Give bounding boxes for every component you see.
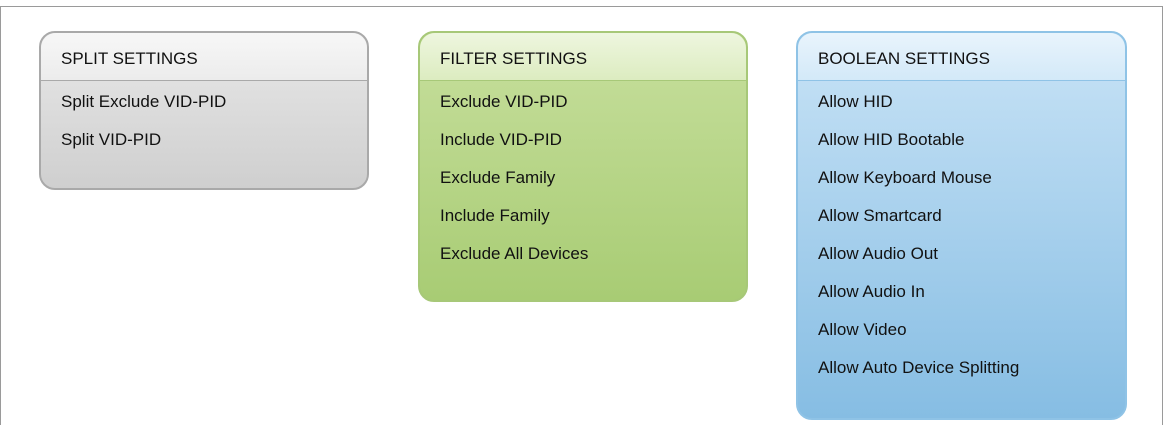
split-settings-title: SPLIT SETTINGS <box>41 33 367 81</box>
boolean-settings-title: BOOLEAN SETTINGS <box>798 33 1125 81</box>
filter-settings-item: Exclude All Devices <box>440 244 589 263</box>
boolean-settings-item: Allow Audio Out <box>818 244 939 263</box>
filter-settings-title: FILTER SETTINGS <box>420 33 746 81</box>
split-settings-list: Split Exclude VID-PID Split VID-PID <box>41 81 367 159</box>
filter-settings-list: Exclude VID-PID Include VID-PID Exclude … <box>420 81 746 273</box>
split-settings-panel: SPLIT SETTINGS Split Exclude VID-PID Spl… <box>39 31 369 190</box>
split-settings-item: Split Exclude VID-PID <box>61 92 227 111</box>
boolean-settings-item: Allow Smartcard <box>818 206 942 225</box>
filter-settings-item: Exclude VID-PID <box>440 92 568 111</box>
boolean-settings-item: Allow Auto Device Splitting <box>818 358 1020 377</box>
filter-settings-item: Include VID-PID <box>440 130 562 149</box>
filter-settings-panel: FILTER SETTINGS Exclude VID-PID Include … <box>418 31 748 302</box>
filter-settings-item: Exclude Family <box>440 168 556 187</box>
boolean-settings-panel: BOOLEAN SETTINGS Allow HID Allow HID Boo… <box>796 31 1127 420</box>
boolean-settings-list: Allow HID Allow HID Bootable Allow Keybo… <box>798 81 1125 387</box>
split-settings-item: Split VID-PID <box>61 130 162 149</box>
boolean-settings-item: Allow Video <box>818 320 907 339</box>
boolean-settings-item: Allow Keyboard Mouse <box>818 168 992 187</box>
boolean-settings-item: Allow Audio In <box>818 282 925 301</box>
filter-settings-item: Include Family <box>440 206 550 225</box>
boolean-settings-item: Allow HID <box>818 92 893 111</box>
boolean-settings-item: Allow HID Bootable <box>818 130 965 149</box>
